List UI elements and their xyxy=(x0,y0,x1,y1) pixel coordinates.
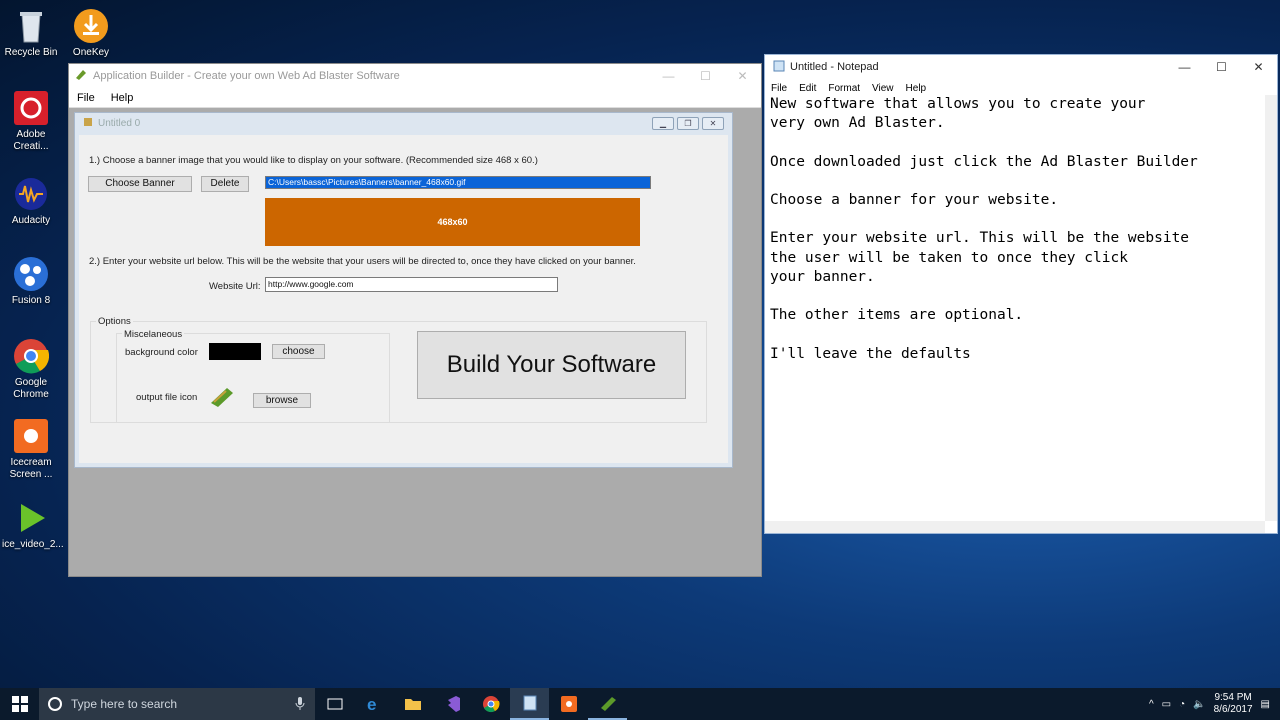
taskbar-edge[interactable]: e xyxy=(354,688,393,720)
audacity-icon xyxy=(13,176,49,212)
notepad-window-title: Untitled - Notepad xyxy=(790,61,879,73)
notepad-horizontal-scrollbar[interactable] xyxy=(765,521,1265,533)
misc-label: Miscelaneous xyxy=(122,329,185,340)
task-view-icon xyxy=(327,698,342,710)
notepad-menu-help[interactable]: Help xyxy=(906,83,927,94)
clock-time: 9:54 PM xyxy=(1214,692,1252,703)
svg-text:e: e xyxy=(367,695,376,713)
app-builder-taskbar-icon xyxy=(600,697,616,711)
notepad-menu-view[interactable]: View xyxy=(872,83,894,94)
output-icon-preview xyxy=(209,385,235,409)
choose-banner-button[interactable]: Choose Banner xyxy=(88,176,192,192)
desktop-icon-onekey[interactable]: OneKey xyxy=(62,8,120,59)
taskbar-icecream[interactable] xyxy=(549,688,588,720)
volume-icon[interactable]: 🔈 xyxy=(1193,699,1205,710)
notepad-minimize-icon[interactable]: — xyxy=(1166,60,1203,74)
delete-button[interactable]: Delete xyxy=(201,176,249,192)
desktop-icon-adobe[interactable]: Adobe Creati... xyxy=(2,90,60,153)
background-color-label: background color xyxy=(125,347,198,358)
taskbar-notepad[interactable] xyxy=(510,688,549,720)
icecream-icon xyxy=(13,418,49,454)
desktop-icon-fusion[interactable]: Fusion 8 xyxy=(2,256,60,307)
onekey-icon xyxy=(73,8,109,44)
start-button[interactable] xyxy=(0,688,39,720)
folder-icon xyxy=(404,699,421,710)
child-app-icon xyxy=(83,117,93,130)
browse-button[interactable]: browse xyxy=(253,393,311,408)
step1-label: 1.) Choose a banner image that you would… xyxy=(89,155,538,166)
system-tray: ^ ▭ ◔ 🔈 9:54 PM 8/6/2017 ▤ xyxy=(1149,692,1280,716)
notepad-text-area[interactable]: New software that allows you to create y… xyxy=(770,95,1265,521)
task-view-button[interactable] xyxy=(315,688,354,720)
chevron-up-icon[interactable]: ^ xyxy=(1149,699,1154,710)
app-logo-icon xyxy=(75,69,87,84)
maximize-icon[interactable]: ☐ xyxy=(687,69,724,83)
clock-date: 8/6/2017 xyxy=(1213,704,1253,715)
builder-form: 1.) Choose a banner image that you would… xyxy=(79,135,728,463)
app-title-bar[interactable]: Application Builder - Create your own We… xyxy=(69,64,761,88)
menu-help[interactable]: Help xyxy=(111,92,134,104)
desktop-icon-audacity[interactable]: Audacity xyxy=(2,176,60,227)
child-window-title: Untitled 0 xyxy=(98,117,141,129)
notepad-title-bar[interactable]: Untitled - Notepad — ☐ ✕ xyxy=(765,55,1277,79)
notepad-taskbar-icon xyxy=(523,695,536,711)
close-icon[interactable]: ✕ xyxy=(724,69,761,83)
child-minimize-icon[interactable]: ▁ xyxy=(652,116,674,130)
child-window: Untitled 0 ▁ ❐ ✕ 1.) Choose a banner ima… xyxy=(74,112,733,468)
child-title-bar[interactable]: Untitled 0 ▁ ❐ ✕ xyxy=(75,113,732,133)
desktop-icon-recycle-bin[interactable]: Recycle Bin xyxy=(2,8,60,59)
adobe-cc-icon xyxy=(13,90,49,126)
desktop-icon-chrome[interactable]: Google Chrome xyxy=(2,338,60,401)
microphone-icon[interactable] xyxy=(295,696,305,713)
child-close-icon[interactable]: ✕ xyxy=(702,116,724,130)
taskbar-explorer[interactable] xyxy=(393,688,432,720)
battery-icon[interactable]: ▭ xyxy=(1162,699,1171,710)
fusion-icon xyxy=(13,256,49,292)
app-builder-window: Application Builder - Create your own We… xyxy=(68,63,762,577)
website-url-input[interactable]: http://www.google.com xyxy=(265,277,558,292)
visual-studio-icon xyxy=(447,696,460,712)
taskbar: Type here to search e ^ ▭ ◔ 🔈 9:54 PM 8/… xyxy=(0,688,1280,720)
banner-preview: 468x60 xyxy=(265,198,640,246)
notifications-icon[interactable]: ▤ xyxy=(1261,699,1270,710)
video-file-icon xyxy=(13,500,49,536)
build-software-button[interactable]: Build Your Software xyxy=(417,331,686,399)
chrome-taskbar-icon xyxy=(482,696,500,713)
taskbar-visual-studio[interactable] xyxy=(432,688,471,720)
recycle-bin-icon xyxy=(13,8,49,44)
clock[interactable]: 9:54 PM 8/6/2017 xyxy=(1214,692,1253,716)
desktop-icon-icecream[interactable]: Icecream Screen ... xyxy=(2,418,60,481)
taskbar-search[interactable]: Type here to search xyxy=(39,688,315,720)
minimize-icon[interactable]: — xyxy=(650,69,687,83)
icecream-taskbar-icon xyxy=(560,696,577,712)
child-restore-icon[interactable]: ❐ xyxy=(677,116,699,130)
choose-color-button[interactable]: choose xyxy=(272,344,325,359)
output-file-icon-label: output file icon xyxy=(136,392,198,403)
notepad-window: Untitled - Notepad — ☐ ✕ File Edit Forma… xyxy=(764,54,1278,534)
website-url-label: Website Url: xyxy=(209,281,261,292)
windows-icon xyxy=(11,696,28,712)
taskbar-chrome[interactable] xyxy=(471,688,510,720)
search-placeholder: Type here to search xyxy=(71,697,178,711)
network-icon[interactable]: ◔ xyxy=(1179,699,1185,710)
edge-icon: e xyxy=(367,695,376,713)
app-window-title: Application Builder - Create your own We… xyxy=(93,70,400,82)
notepad-icon xyxy=(773,60,785,75)
notepad-menu-file[interactable]: File xyxy=(771,83,787,94)
desktop-icon-video[interactable]: ice_video_2... xyxy=(2,500,64,551)
chrome-icon xyxy=(13,338,50,374)
options-label: Options xyxy=(96,316,133,327)
notepad-menu-edit[interactable]: Edit xyxy=(799,83,816,94)
app-menu-bar: File Help xyxy=(69,88,761,108)
notepad-close-icon[interactable]: ✕ xyxy=(1240,60,1277,74)
notepad-maximize-icon[interactable]: ☐ xyxy=(1203,60,1240,74)
notepad-vertical-scrollbar[interactable] xyxy=(1265,95,1277,521)
notepad-menu-format[interactable]: Format xyxy=(828,83,860,94)
banner-path-field[interactable]: C:\Users\bassc\Pictures\Banners\banner_4… xyxy=(265,176,651,189)
step2-label: 2.) Enter your website url below. This w… xyxy=(89,256,636,267)
background-color-swatch[interactable] xyxy=(209,343,261,360)
cortana-icon xyxy=(48,697,62,711)
menu-file[interactable]: File xyxy=(77,92,95,104)
taskbar-app-builder[interactable] xyxy=(588,688,627,720)
